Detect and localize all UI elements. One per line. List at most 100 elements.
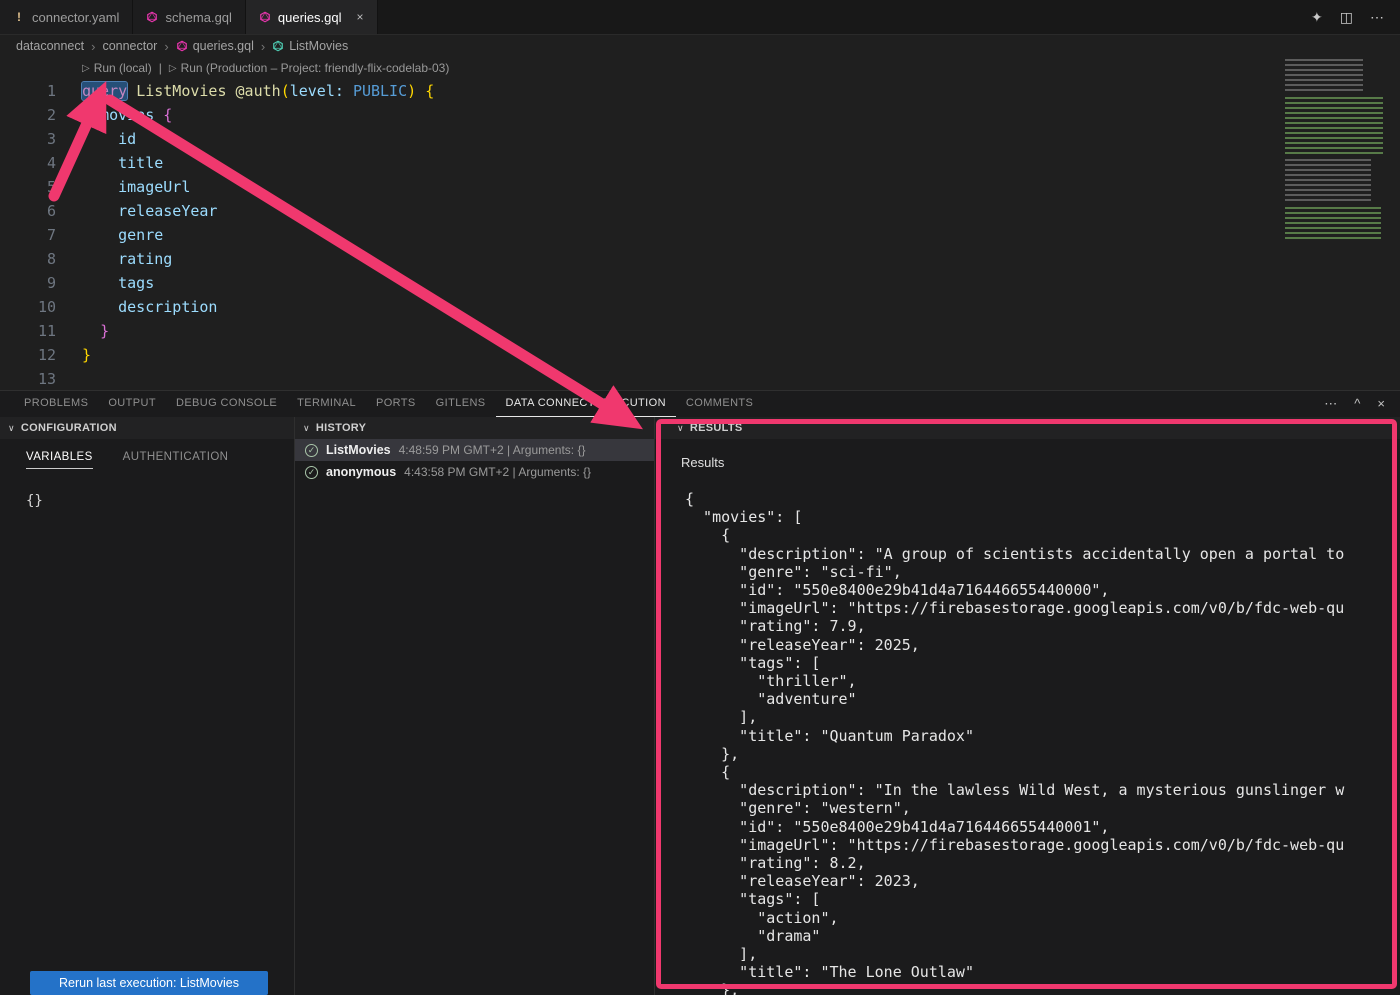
minimap-lines (1285, 59, 1363, 93)
code-line-6[interactable]: releaseYear (82, 199, 434, 223)
play-icon: ▷ (82, 63, 90, 74)
code-line-13[interactable] (82, 367, 434, 390)
editor-tab-connector.yaml[interactable]: !connector.yaml (0, 0, 133, 34)
results-label: Results (655, 439, 1400, 470)
run-production-link[interactable]: ▷ Run (Production – Project: friendly-fl… (169, 61, 450, 75)
tab-authentication[interactable]: AUTHENTICATION (123, 451, 229, 469)
line-number: 4 (0, 151, 56, 175)
code-token: ) (407, 82, 416, 100)
results-json[interactable]: { "movies": [ { "description": "A group … (685, 490, 1400, 995)
sparkle-icon[interactable]: ✦ (1311, 9, 1323, 26)
play-icon: ▷ (169, 63, 177, 74)
bottom-panel: PROBLEMSOUTPUTDEBUG CONSOLETERMINALPORTS… (0, 390, 1400, 995)
code-line-10[interactable]: description (82, 295, 434, 319)
code-line-9[interactable]: tags (82, 271, 434, 295)
more-actions-icon[interactable]: ⋯ (1370, 9, 1384, 26)
history-entry-ListMovies[interactable]: ✓ListMovies4:48:59 PM GMT+2 | Arguments:… (295, 439, 654, 461)
breadcrumb-separator: › (91, 39, 95, 54)
code-line-11[interactable]: } (82, 319, 434, 343)
editor-tab-bar: !connector.yamlschema.gqlqueries.gql× ✦ … (0, 0, 1400, 35)
breadcrumb-item-queries.gql[interactable]: queries.gql (176, 39, 254, 53)
code-line-12[interactable]: } (82, 343, 434, 367)
check-circle-icon: ✓ (305, 466, 318, 479)
panel-tab-comments[interactable]: COMMENTS (676, 391, 763, 417)
rerun-button[interactable]: Rerun last execution: ListMovies (30, 971, 268, 995)
code-editor[interactable]: ▷ Run (local) | ▷ Run (Production – Proj… (0, 57, 1400, 390)
configuration-header[interactable]: ∨ CONFIGURATION (0, 417, 294, 439)
breadcrumb-item-ListMovies[interactable]: ListMovies (272, 39, 348, 53)
breadcrumb-item-dataconnect[interactable]: dataconnect (16, 39, 84, 53)
results-section: ∨ RESULTS Results { "movies": [ { "descr… (655, 417, 1400, 995)
code-line-4[interactable]: title (82, 151, 434, 175)
close-tab-icon[interactable]: × (357, 10, 364, 24)
split-editor-icon[interactable]: ◫ (1340, 9, 1353, 26)
line-number: 6 (0, 199, 56, 223)
breadcrumb-item-connector[interactable]: connector (102, 39, 157, 53)
editor-tabs: !connector.yaml schema.gql queries.gql× (0, 0, 378, 34)
breadcrumb: dataconnect›connector›queries.gql›ListMo… (0, 35, 1400, 57)
code-token: imageUrl (118, 178, 190, 196)
code-token (82, 322, 100, 340)
line-number: 2 (0, 103, 56, 127)
code-token: { (163, 106, 172, 124)
code-line-3[interactable]: id (82, 127, 434, 151)
code-token: @auth (236, 82, 281, 100)
breadcrumb-label: ListMovies (289, 39, 348, 53)
history-entry-meta: 4:43:58 PM GMT+2 | Arguments: {} (404, 465, 591, 479)
history-header[interactable]: ∨ HISTORY (295, 417, 654, 439)
run-local-link[interactable]: ▷ Run (local) (82, 61, 152, 75)
breadcrumb-label: connector (102, 39, 157, 53)
code-line-1[interactable]: query ListMovies @auth(level: PUBLIC) { (82, 79, 434, 103)
code-token (82, 298, 118, 316)
panel-tab-problems[interactable]: PROBLEMS (14, 391, 98, 417)
code-token (154, 106, 163, 124)
line-number: 1 (0, 79, 56, 103)
panel-more-icon[interactable]: ⋯ (1324, 396, 1337, 412)
graphql-icon (146, 11, 158, 23)
editor-tab-schema.gql[interactable]: schema.gql (133, 0, 245, 34)
configuration-tabs: VARIABLES AUTHENTICATION (0, 451, 294, 469)
editor-tab-label: schema.gql (165, 10, 231, 25)
history-entry-anonymous[interactable]: ✓anonymous4:43:58 PM GMT+2 | Arguments: … (295, 461, 654, 483)
editor-tab-queries.gql[interactable]: queries.gql× (246, 0, 378, 34)
editor-tab-label: connector.yaml (32, 10, 119, 25)
code-token: ( (281, 82, 290, 100)
panel-tab-output[interactable]: OUTPUT (98, 391, 166, 417)
minimap[interactable] (1283, 59, 1400, 295)
code-token: level: (290, 82, 344, 100)
chevron-down-icon: ∨ (303, 423, 310, 434)
code-token (82, 178, 118, 196)
results-header-title: RESULTS (690, 422, 743, 434)
codelens: ▷ Run (local) | ▷ Run (Production – Proj… (0, 57, 1400, 79)
graphql-icon (272, 40, 284, 52)
panel-tab-data-connect-execution[interactable]: DATA CONNECT EXECUTION (496, 391, 676, 417)
panel-maximize-icon[interactable]: ^ (1354, 396, 1360, 412)
tab-variables[interactable]: VARIABLES (26, 451, 93, 469)
panel-tab-bar: PROBLEMSOUTPUTDEBUG CONSOLETERMINALPORTS… (0, 391, 1400, 417)
panel-tab-terminal[interactable]: TERMINAL (287, 391, 366, 417)
variables-value[interactable]: {} (26, 493, 294, 509)
panel-tab-gitlens[interactable]: GITLENS (426, 391, 496, 417)
history-entry-name: ListMovies (326, 443, 391, 457)
code-line-2[interactable]: movies { (82, 103, 434, 127)
breadcrumb-label: queries.gql (193, 39, 254, 53)
results-header[interactable]: ∨ RESULTS (655, 417, 1400, 439)
panel-close-icon[interactable]: × (1377, 396, 1385, 412)
history-title: HISTORY (316, 422, 366, 434)
code-token: ListMovies (136, 82, 226, 100)
panel-tab-debug-console[interactable]: DEBUG CONSOLE (166, 391, 287, 417)
code-token: genre (118, 226, 163, 244)
code-line-5[interactable]: imageUrl (82, 175, 434, 199)
code-token: } (82, 346, 91, 364)
code-line-8[interactable]: rating (82, 247, 434, 271)
code-token (227, 82, 236, 100)
code-token: movies (100, 106, 154, 124)
code-content[interactable]: query ListMovies @auth(level: PUBLIC) { … (66, 79, 434, 390)
panel-actions: ⋯ ^ × (1324, 396, 1400, 412)
line-number: 13 (0, 367, 56, 390)
panel-tab-ports[interactable]: PORTS (366, 391, 426, 417)
graphql-icon (176, 40, 188, 52)
code-token: rating (118, 250, 172, 268)
code-token (127, 82, 136, 100)
code-line-7[interactable]: genre (82, 223, 434, 247)
